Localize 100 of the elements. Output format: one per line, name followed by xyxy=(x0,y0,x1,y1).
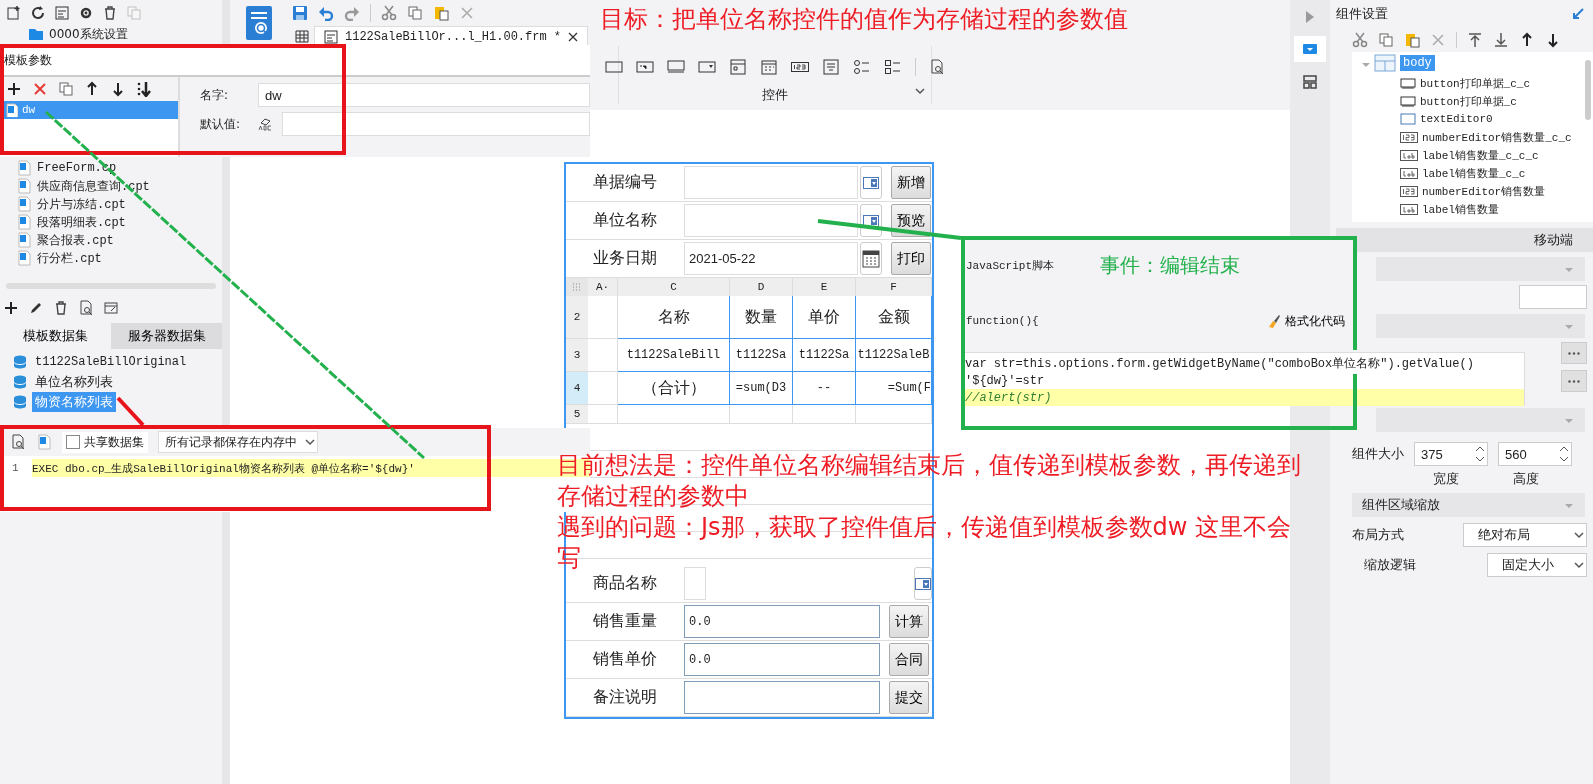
form-button[interactable]: 新增 xyxy=(891,166,931,199)
file-item[interactable]: 分片与冻结.cpt xyxy=(37,195,126,213)
dataset-item[interactable]: 单位名称列表 xyxy=(32,372,116,392)
combo-field[interactable] xyxy=(684,567,706,600)
share-checkbox[interactable]: 共享数据集 xyxy=(62,431,148,453)
settings-icon[interactable] xyxy=(78,5,94,21)
section-header[interactable]: 组件区域缩放 xyxy=(1352,493,1585,517)
grid-icon[interactable] xyxy=(294,28,310,44)
dataset-icon[interactable] xyxy=(36,434,52,450)
tree-item[interactable]: numberEditor销售数量_c_c xyxy=(1422,129,1572,145)
layout-icon[interactable] xyxy=(1302,74,1318,90)
format-code-button[interactable]: 格式化代码 xyxy=(1265,312,1345,330)
close-icon[interactable] xyxy=(567,30,580,43)
dropdown-button[interactable] xyxy=(914,567,932,600)
new-file-icon[interactable] xyxy=(6,5,22,21)
cut-icon[interactable] xyxy=(381,5,397,21)
move-down-icon[interactable] xyxy=(110,81,126,97)
move-down-icon[interactable] xyxy=(1545,32,1561,48)
pin-icon[interactable] xyxy=(1571,7,1585,21)
input-field[interactable] xyxy=(1519,285,1587,309)
combo-field[interactable] xyxy=(684,204,858,237)
number-spinner[interactable]: 375 xyxy=(1414,442,1488,466)
form-button[interactable]: 打印 xyxy=(891,242,931,275)
dropdown-button[interactable] xyxy=(860,166,882,199)
move-bottom-icon[interactable] xyxy=(1493,32,1509,48)
edit-icon[interactable] xyxy=(28,300,44,316)
number-field[interactable]: 0.0 xyxy=(684,643,880,676)
redo-icon[interactable] xyxy=(344,5,360,21)
name-field[interactable]: dw xyxy=(258,83,590,107)
tree-item[interactable]: numberEditor销售数量 xyxy=(1422,183,1546,199)
dataset-tab[interactable]: 服务器数据集 xyxy=(111,323,222,349)
widget-tab[interactable] xyxy=(1294,36,1326,62)
copy-icon[interactable] xyxy=(58,81,74,97)
column-header[interactable]: A· xyxy=(588,278,618,296)
radio-widget-icon[interactable] xyxy=(853,58,871,76)
tree-item[interactable]: 0000系统设置 xyxy=(49,25,128,43)
calendar-button[interactable] xyxy=(860,242,882,275)
dropdown-widget-icon[interactable] xyxy=(698,58,716,76)
code-editor[interactable]: var str=this.options.form.getWidgetByName("comboBox单位名称").getValue() '${dw}'=str //alert(str) xyxy=(962,352,1525,406)
paste-icon[interactable] xyxy=(433,5,449,21)
row-header[interactable]: 4 xyxy=(566,372,588,405)
column-header[interactable]: E xyxy=(793,278,856,296)
column-header[interactable]: F xyxy=(856,278,932,296)
default-value-field[interactable] xyxy=(282,112,590,136)
file-item[interactable]: 行分栏.cpt xyxy=(37,249,102,267)
layout-select[interactable]: 绝对布局 xyxy=(1463,523,1587,547)
file-item[interactable]: 聚合报表.cpt xyxy=(37,231,114,249)
tree-item[interactable]: label销售数量_c_c_c xyxy=(1422,147,1539,163)
form-widget-icon[interactable] xyxy=(729,58,747,76)
combo-field[interactable] xyxy=(684,166,858,199)
row-header[interactable]: 2 xyxy=(566,296,588,339)
number-field[interactable]: 0.0 xyxy=(684,605,880,638)
undo-icon[interactable] xyxy=(318,5,334,21)
add-icon[interactable] xyxy=(6,81,22,97)
calendar-widget-icon[interactable] xyxy=(760,58,778,76)
type-picker-icon[interactable] xyxy=(258,116,274,132)
form-button[interactable]: 计算 xyxy=(889,605,929,638)
preview-icon[interactable] xyxy=(10,434,26,450)
checkbox-widget-icon[interactable] xyxy=(884,58,902,76)
delete-icon[interactable] xyxy=(32,81,48,97)
mode-select[interactable]: 所有记录都保存在内存中 xyxy=(158,431,318,453)
textfield-widget-icon[interactable] xyxy=(605,58,623,76)
scrollbar[interactable] xyxy=(1585,60,1591,120)
scale-select[interactable]: 固定大小 xyxy=(1487,553,1587,577)
file-item[interactable]: 段落明细表.cpt xyxy=(37,213,126,231)
form-button[interactable]: 提交 xyxy=(889,681,929,714)
form-button[interactable]: 合同 xyxy=(889,643,929,676)
delete-icon[interactable] xyxy=(53,300,69,316)
number-spinner[interactable]: 560 xyxy=(1498,442,1572,466)
list-widget-icon[interactable] xyxy=(822,58,840,76)
tree-item[interactable]: button打印单据_c_c xyxy=(1420,75,1530,91)
move-bottom-icon[interactable] xyxy=(136,81,152,97)
refresh-icon[interactable] xyxy=(30,5,46,21)
delete-icon[interactable] xyxy=(102,5,118,21)
column-header[interactable]: C xyxy=(618,278,730,296)
preview-icon[interactable] xyxy=(929,59,945,75)
preview-icon[interactable] xyxy=(78,300,94,316)
tree-item[interactable]: textEditor0 xyxy=(1420,113,1493,125)
button-widget-icon[interactable] xyxy=(667,58,685,76)
save-icon[interactable] xyxy=(292,5,308,21)
copy-icon[interactable] xyxy=(1378,32,1394,48)
file-tab-label[interactable]: 1122SaleBillOr...l_H1.00.frm * xyxy=(345,29,562,44)
tree-item[interactable]: button打印单据_c xyxy=(1420,93,1517,109)
date-field[interactable]: 2021-05-22 xyxy=(684,242,858,275)
edit-dataset-icon[interactable] xyxy=(103,300,119,316)
dataset-item[interactable]: t1122SaleBillOriginal xyxy=(32,354,190,370)
more-button[interactable] xyxy=(1561,342,1587,364)
label-widget-icon[interactable] xyxy=(636,58,654,76)
more-button[interactable] xyxy=(1561,370,1587,392)
move-top-icon[interactable] xyxy=(1467,32,1483,48)
column-header[interactable]: D xyxy=(730,278,793,296)
tree-item[interactable]: label销售数量 xyxy=(1422,201,1499,217)
copy-icon[interactable] xyxy=(407,5,423,21)
form-icon[interactable] xyxy=(54,5,70,21)
text-field[interactable] xyxy=(684,681,880,714)
row-header[interactable]: 5 xyxy=(566,405,588,424)
add-icon[interactable] xyxy=(3,300,19,316)
play-icon[interactable] xyxy=(1305,10,1315,24)
cut-icon[interactable] xyxy=(1352,32,1368,48)
scrollbar[interactable] xyxy=(6,283,216,289)
